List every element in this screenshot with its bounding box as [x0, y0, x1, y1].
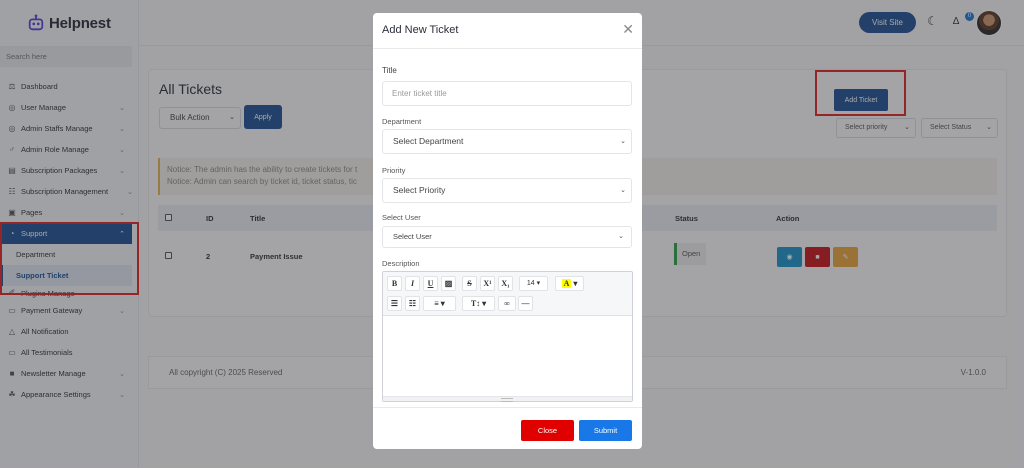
title-input[interactable]: [382, 81, 632, 106]
modal-footer: Close Submit: [373, 407, 642, 449]
priority-select[interactable]: Select Priority ⌄: [382, 178, 632, 203]
priority-label: Priority: [382, 166, 406, 175]
add-ticket-modal: Add New Ticket ✕ Title Department Select…: [373, 13, 642, 449]
text-color-icon: A: [561, 279, 572, 288]
text-color-button[interactable]: A ▾: [555, 276, 584, 291]
description-label: Description: [382, 259, 420, 268]
user-value: Select User: [393, 232, 432, 241]
horizontal-rule-icon[interactable]: —: [518, 296, 533, 311]
modal-title: Add New Ticket: [382, 24, 459, 36]
editor-content-area[interactable]: [383, 316, 632, 396]
bold-button[interactable]: B: [387, 276, 402, 291]
modal-header: Add New Ticket ✕: [373, 13, 642, 49]
font-size-select[interactable]: 14 ▾: [519, 276, 548, 291]
close-button[interactable]: Close: [521, 420, 574, 441]
strikethrough-button[interactable]: S: [462, 276, 477, 291]
department-select[interactable]: Select Department ⌄: [382, 129, 632, 154]
close-icon[interactable]: ✕: [622, 21, 634, 38]
chevron-down-icon: ⌄: [618, 233, 624, 240]
title-label: Title: [382, 66, 397, 75]
priority-value: Select Priority: [393, 185, 446, 195]
user-select[interactable]: Select User ⌄: [382, 226, 632, 248]
line-height-icon[interactable]: T↕ ▾: [462, 296, 495, 311]
chevron-down-icon: ⌄: [620, 187, 626, 194]
unordered-list-icon[interactable]: ☰: [387, 296, 402, 311]
superscript-button[interactable]: X¹: [480, 276, 495, 291]
select-user-label: Select User: [382, 213, 421, 222]
underline-button[interactable]: U: [423, 276, 438, 291]
department-label: Department: [382, 117, 422, 126]
italic-button[interactable]: I: [405, 276, 420, 291]
submit-button[interactable]: Submit: [579, 420, 632, 441]
eraser-icon[interactable]: ▨: [441, 276, 456, 291]
editor-toolbar: B I U ▨ S X¹ X₁ 14 ▾ A ▾ ☰ ☷ ≡ ▾ T↕ ▾ ∞ …: [383, 272, 632, 316]
link-icon[interactable]: ∞: [498, 296, 516, 311]
editor-resize-handle[interactable]: [383, 396, 632, 402]
description-editor: B I U ▨ S X¹ X₁ 14 ▾ A ▾ ☰ ☷ ≡ ▾ T↕ ▾ ∞ …: [382, 271, 633, 402]
chevron-down-icon: ⌄: [620, 138, 626, 145]
paragraph-align-icon[interactable]: ≡ ▾: [423, 296, 456, 311]
subscript-button[interactable]: X₁: [498, 276, 513, 291]
department-value: Select Department: [393, 136, 464, 146]
font-size-value: 14: [526, 280, 535, 287]
ordered-list-icon[interactable]: ☷: [405, 296, 420, 311]
